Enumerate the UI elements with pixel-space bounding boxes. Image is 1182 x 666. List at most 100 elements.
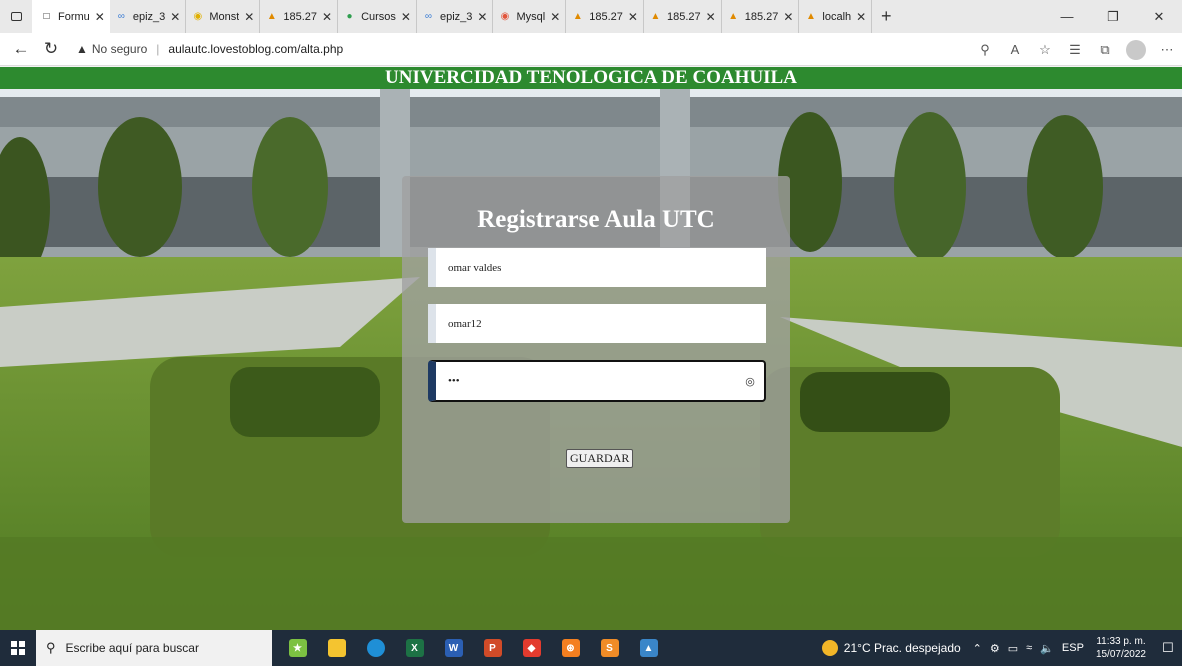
form-title: Registrarse Aula UTC [477,206,715,233]
volume-icon[interactable]: 🔈 [1040,642,1054,655]
tab-title: Mysql [516,10,546,23]
key-icon[interactable]: ⚲ [970,42,1000,58]
close-window-button[interactable]: ✕ [1136,0,1182,33]
tab-title: Monst [209,10,240,23]
word-icon[interactable]: W [434,630,473,666]
weather-moon-icon [821,640,838,656]
close-tab-icon[interactable]: ✕ [706,10,716,24]
web-page: UNIVERCIDAD TENOLOGICA DE COAHUILA Regis… [0,67,1182,630]
tab-title: Cursos [361,10,396,23]
close-tab-icon[interactable]: ✕ [477,10,487,24]
battery-icon[interactable]: ▭ [1008,642,1018,655]
minimize-button[interactable]: — [1044,0,1090,33]
tab-title: Formu [58,10,90,23]
xampp-icon[interactable]: ⊛ [551,630,590,666]
tab-title: 185.27 [666,10,701,23]
username-field[interactable]: omar12 [428,304,766,343]
name-field[interactable]: omar valdes [428,248,766,287]
security-label[interactable]: No seguro [92,42,147,56]
navigation-bar: ← ↻ ▲ No seguro | aulautc.lovestoblog.co… [0,33,1182,66]
tab-title: localh [822,10,852,23]
registration-form: Registrarse Aula UTC omar valdes omar12 … [402,176,790,523]
close-tab-icon[interactable]: ✕ [401,10,411,24]
server-icon: ▲ [266,11,277,22]
tab[interactable]: ◉ Monst ✕ [186,0,261,33]
windows-logo-icon [11,641,25,655]
favorites-list-icon[interactable]: ☰ [1060,42,1090,58]
wifi-icon[interactable]: ≈ [1026,642,1032,654]
name-field-value: omar valdes [448,261,502,274]
photos-icon[interactable]: ▲ [629,630,668,666]
windows-start-button[interactable] [0,630,36,666]
tab[interactable]: ● Cursos ✕ [338,0,417,33]
show-password-icon[interactable]: ◎ [736,375,764,388]
tab[interactable]: ▲ 185.27 ✕ [566,0,644,33]
browser-toolbar: ⚲ A ☆ ☰ ⧉ ⋯ [970,33,1182,66]
close-tab-icon[interactable]: ✕ [95,10,105,24]
mysql-icon: ◉ [500,11,510,22]
tab[interactable]: ∞ epiz_3 ✕ [110,0,187,33]
more-menu-icon[interactable]: ⋯ [1152,42,1182,58]
edge-icon[interactable] [356,630,395,666]
excel-icon[interactable]: X [395,630,434,666]
taskbar: ⚲ Escribe aquí para buscar ★ X W P ◆ ⊛ S… [0,630,1182,666]
tab[interactable]: ▲ 185.27 ✕ [722,0,800,33]
password-field[interactable]: ••• ◎ [428,360,766,402]
restore-button[interactable]: ❐ [1090,0,1136,33]
monster-icon: ◉ [193,11,203,22]
tab-strip: □ Formu ✕ ∞ epiz_3 ✕ ◉ Monst ✕ ▲ 185.27 … [0,0,1182,33]
server-icon: ▲ [805,11,816,22]
anydesk-icon[interactable]: ◆ [512,630,551,666]
read-aloud-icon[interactable]: A [1000,42,1030,57]
close-tab-icon[interactable]: ✕ [244,10,254,24]
warning-icon[interactable]: ▲ [76,42,88,56]
refresh-button[interactable]: ↻ [36,34,66,64]
file-explorer-icon[interactable] [317,630,356,666]
news-widget-icon[interactable]: ★ [278,630,317,666]
weather-text: 21°C Prac. despejado [843,641,961,655]
close-tab-icon[interactable]: ✕ [322,10,332,24]
clock[interactable]: 11:33 p. m. 15/07/2022 [1096,635,1146,661]
taskbar-search[interactable]: ⚲ Escribe aquí para buscar [36,630,272,666]
sublime-icon[interactable]: S [590,630,629,666]
tab-actions-icon[interactable] [0,0,32,33]
new-tab-button[interactable]: + [872,6,900,27]
close-tab-icon[interactable]: ✕ [856,10,866,24]
notification-icon[interactable]: ☐ [1154,640,1182,656]
close-tab-icon[interactable]: ✕ [628,10,638,24]
page-banner: UNIVERCIDAD TENOLOGICA DE COAHUILA [0,67,1182,89]
taskbar-apps: ★ X W P ◆ ⊛ S ▲ [278,630,668,666]
clock-date: 15/07/2022 [1095,649,1146,660]
tab[interactable]: ▲ 185.27 ✕ [644,0,722,33]
password-field-value: ••• [448,375,460,387]
show-hidden-icons[interactable]: ⌃ [973,642,982,655]
collections-icon[interactable]: ⧉ [1090,42,1120,58]
tab-title: epiz_3 [132,10,166,23]
close-tab-icon[interactable]: ✕ [783,10,793,24]
tab-title: epiz_3 [439,10,473,23]
language-indicator[interactable]: ESP [1062,642,1084,654]
weather-widget[interactable]: 21°C Prac. despejado [821,640,961,656]
tab[interactable]: ◉ Mysql ✕ [493,0,567,33]
close-tab-icon[interactable]: ✕ [550,10,560,24]
url-text[interactable]: aulautc.lovestoblog.com/alta.php [168,42,343,56]
address-bar[interactable]: ▲ No seguro | aulautc.lovestoblog.com/al… [76,36,343,62]
save-button[interactable]: GUARDAR [566,449,634,468]
course-icon: ● [346,11,353,22]
system-tray: 21°C Prac. despejado ⌃ ⚙ ▭ ≈ 🔈 ESP 11:33… [821,630,1182,666]
powerpoint-icon[interactable]: P [473,630,512,666]
clock-time: 11:33 p. m. [1096,636,1146,647]
server-icon: ▲ [572,11,583,22]
tab[interactable]: ∞ epiz_3 ✕ [417,0,494,33]
server-icon: ▲ [728,11,739,22]
tab[interactable]: ▲ localh ✕ [799,0,873,33]
favorite-star-icon[interactable]: ☆ [1030,42,1060,58]
back-button[interactable]: ← [6,34,36,64]
profile-avatar[interactable] [1126,39,1146,60]
tab-title: 185.27 [589,10,623,23]
network-icon[interactable]: ⚙ [990,642,1000,655]
tab[interactable]: ▲ 185.27 ✕ [260,0,339,33]
close-tab-icon[interactable]: ✕ [170,10,180,24]
infinity-icon: ∞ [117,11,125,22]
tab-active[interactable]: □ Formu ✕ [32,0,110,33]
